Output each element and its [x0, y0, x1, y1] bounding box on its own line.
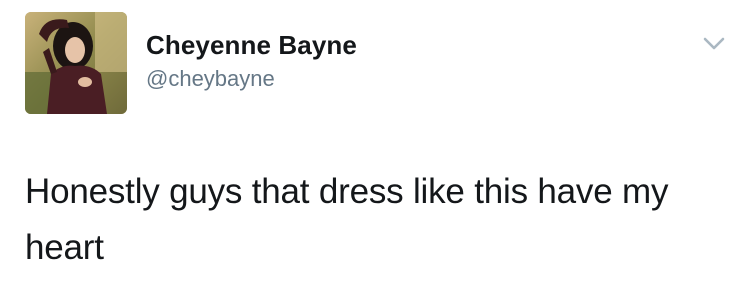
tweet-card: Cheyenne Bayne @cheybayne Honestly guys …	[0, 0, 750, 290]
display-name[interactable]: Cheyenne Bayne	[146, 30, 357, 61]
profile-photo-icon	[25, 12, 127, 114]
avatar[interactable]	[25, 12, 127, 114]
chevron-down-icon[interactable]	[702, 36, 726, 52]
user-handle[interactable]: @cheybayne	[146, 66, 275, 92]
tweet-text: Honestly guys that dress like this have …	[25, 172, 669, 267]
